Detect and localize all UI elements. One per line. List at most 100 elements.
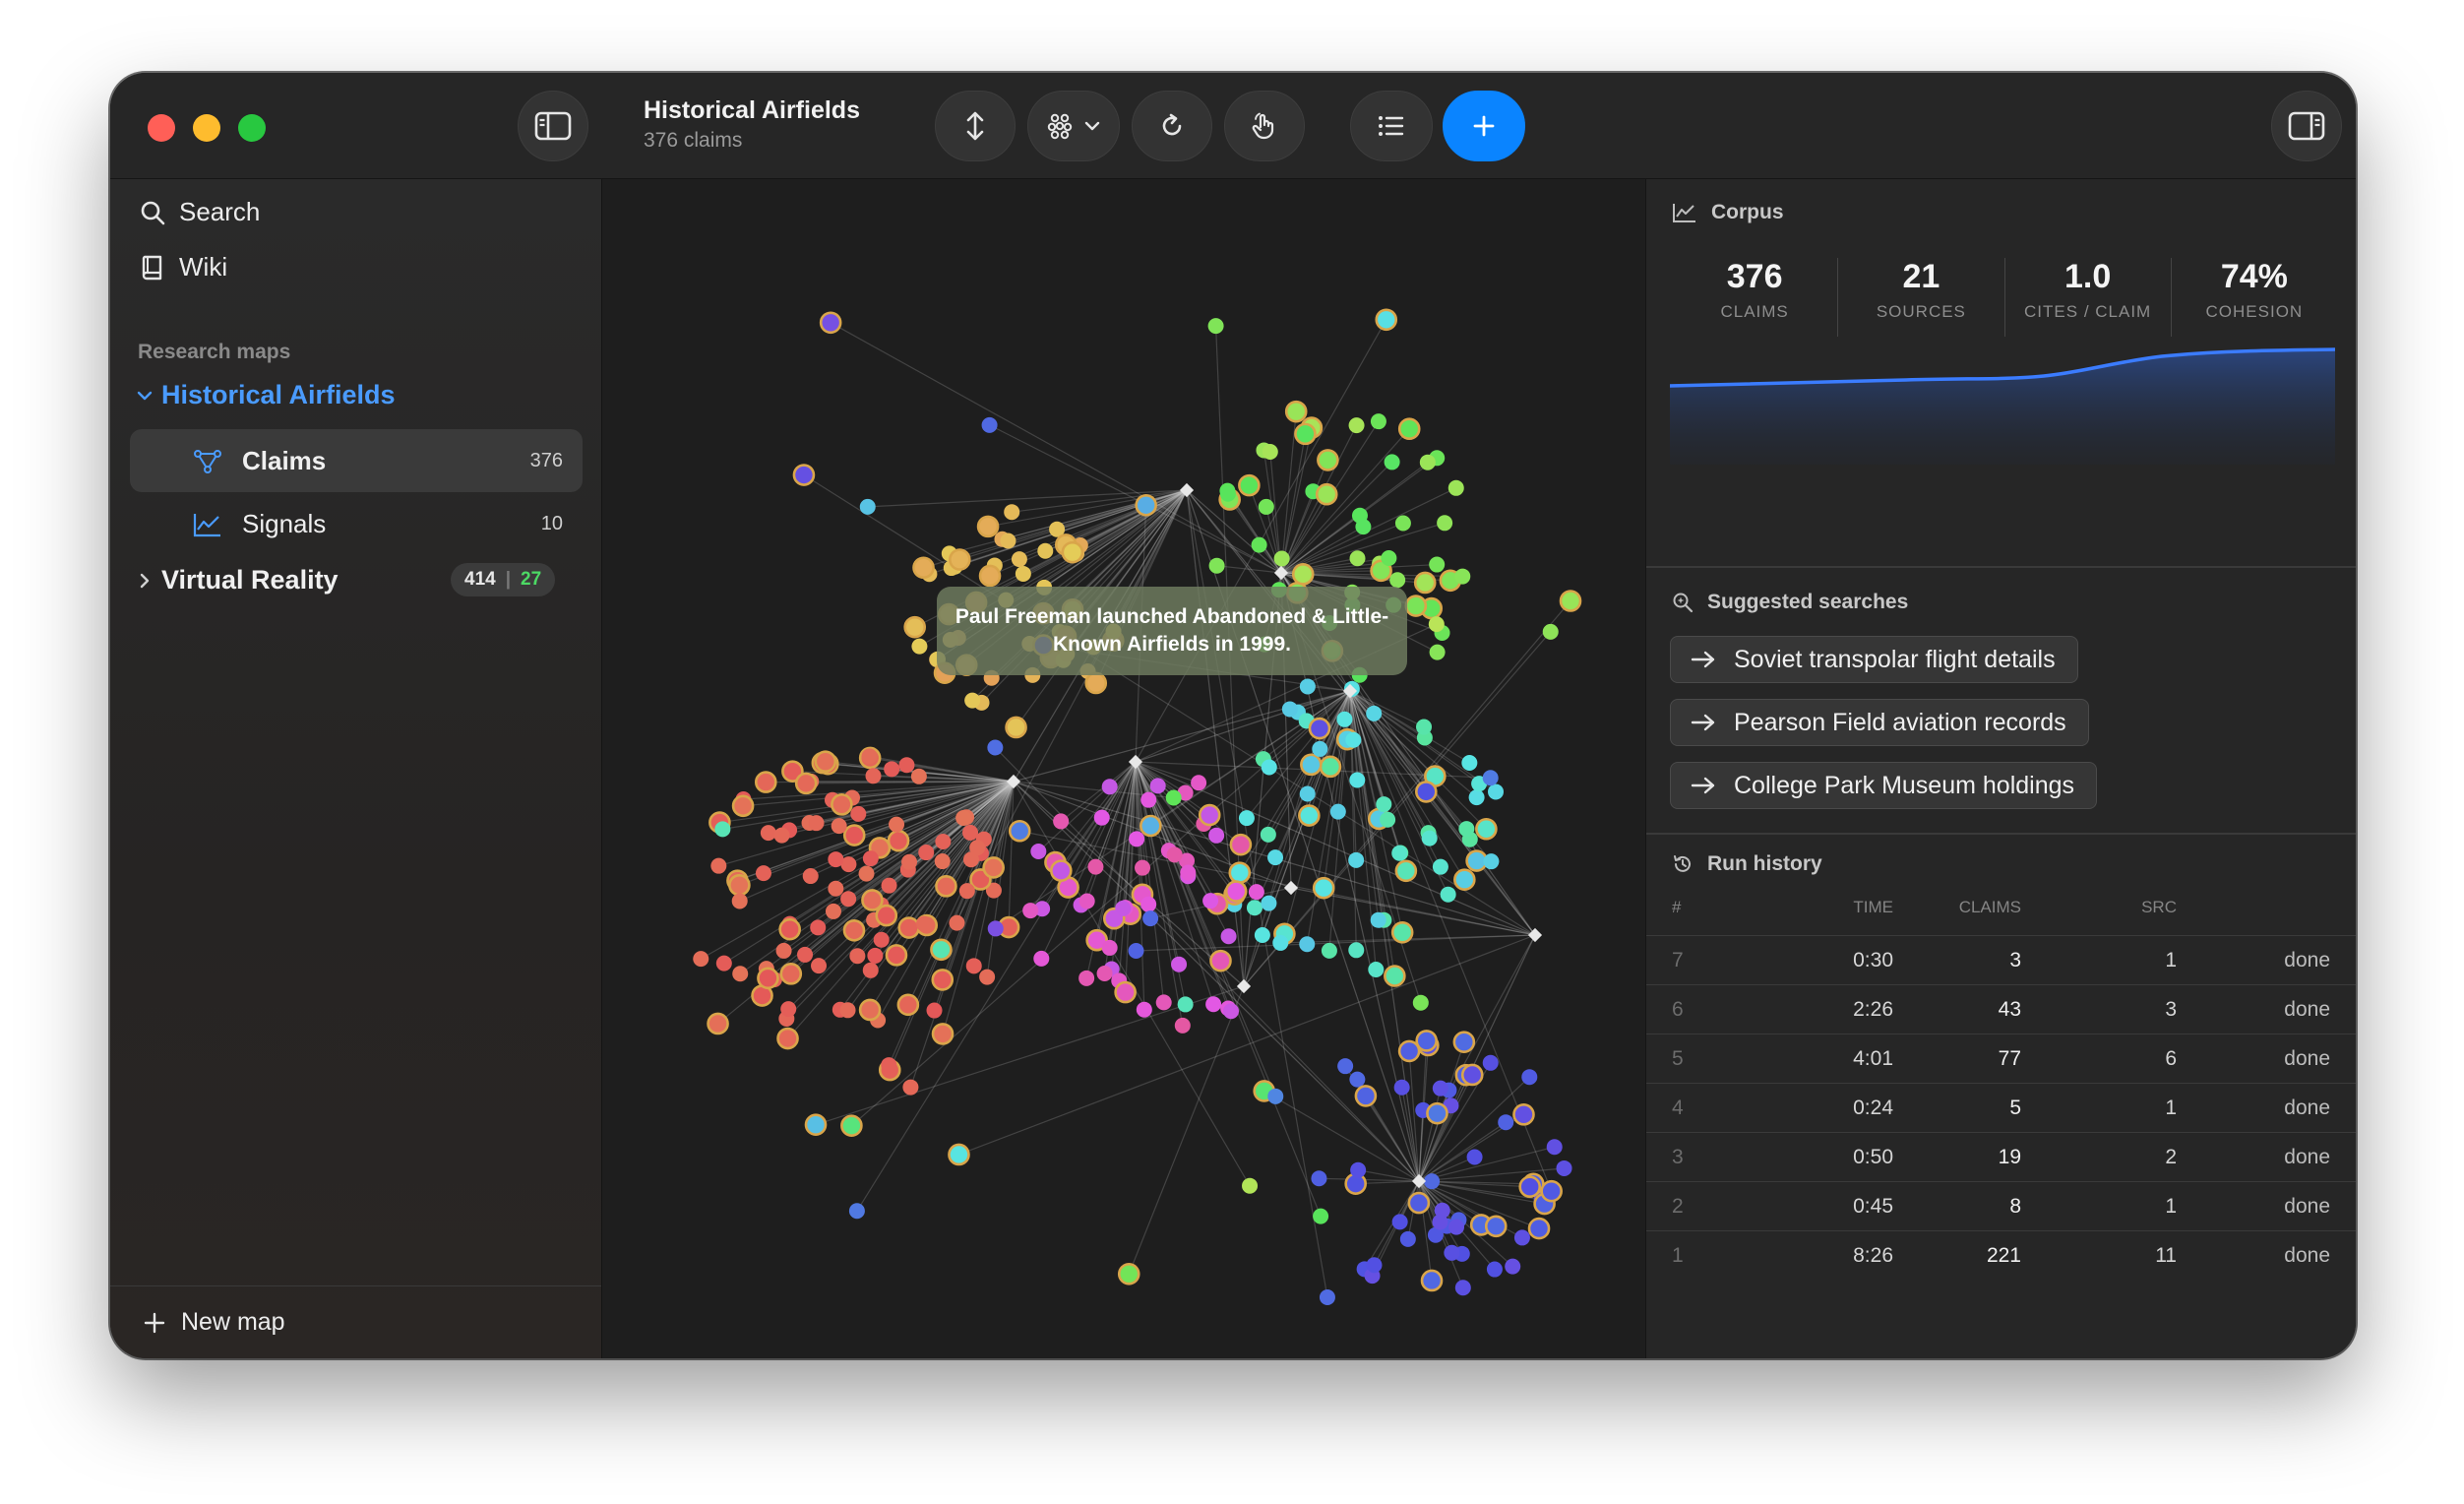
claim-node[interactable] xyxy=(1317,449,1339,471)
claim-node[interactable] xyxy=(1136,1001,1152,1018)
claim-node[interactable] xyxy=(1254,927,1270,944)
claim-node[interactable] xyxy=(1198,803,1221,827)
claim-node[interactable] xyxy=(1429,644,1446,660)
claim-node[interactable] xyxy=(1319,1288,1335,1305)
claim-node[interactable] xyxy=(1298,804,1321,827)
claim-node[interactable] xyxy=(1005,716,1027,739)
claim-node[interactable] xyxy=(839,1002,856,1019)
claim-node[interactable] xyxy=(982,856,1005,879)
claim-node[interactable] xyxy=(1348,417,1365,434)
map-historical-airfields[interactable]: Historical Airfields xyxy=(136,380,396,410)
claim-node[interactable] xyxy=(1540,1179,1563,1203)
claim-node[interactable] xyxy=(1312,740,1328,757)
claim-node[interactable] xyxy=(1011,551,1027,568)
sidebar-item-signals[interactable]: Signals 10 xyxy=(130,492,583,555)
claim-node[interactable] xyxy=(778,917,801,941)
claim-node[interactable] xyxy=(1437,515,1453,532)
claim-node[interactable] xyxy=(1350,1161,1367,1178)
claim-node[interactable] xyxy=(1412,994,1429,1011)
claim-node[interactable] xyxy=(1345,731,1362,748)
map-virtual-reality[interactable]: Virtual Reality xyxy=(136,565,339,595)
claim-node[interactable] xyxy=(1262,443,1278,460)
sidebar-item-claims[interactable]: Claims 376 xyxy=(130,429,583,492)
claim-node[interactable] xyxy=(731,794,755,818)
claim-node[interactable] xyxy=(1238,473,1261,497)
claim-node[interactable] xyxy=(773,827,790,844)
claim-node[interactable] xyxy=(930,938,953,962)
close-window-button[interactable] xyxy=(148,114,175,142)
claim-node[interactable] xyxy=(865,768,882,784)
claim-node[interactable] xyxy=(797,946,814,963)
claim-node[interactable] xyxy=(948,1143,970,1166)
claim-node[interactable] xyxy=(1251,536,1267,553)
claim-node[interactable] xyxy=(1482,1054,1499,1071)
claim-node[interactable] xyxy=(755,865,771,882)
table-row[interactable]: 5 4:01 77 6 done xyxy=(1646,1034,2356,1083)
claim-node[interactable] xyxy=(1294,422,1317,446)
claim-node[interactable] xyxy=(1308,717,1331,740)
claim-node[interactable] xyxy=(1461,754,1478,771)
claim-node[interactable] xyxy=(867,947,884,964)
claim-node[interactable] xyxy=(1319,755,1342,779)
claim-node[interactable] xyxy=(1432,1080,1448,1097)
claim-node[interactable] xyxy=(1142,910,1159,927)
claim-node[interactable] xyxy=(1355,519,1372,535)
claim-node[interactable] xyxy=(1115,900,1132,916)
claim-node[interactable] xyxy=(859,498,876,515)
minimize-window-button[interactable] xyxy=(193,114,220,142)
claim-node[interactable] xyxy=(1424,1173,1441,1190)
claim-node[interactable] xyxy=(1037,542,1054,559)
claim-node[interactable] xyxy=(1096,965,1113,981)
claim-node[interactable] xyxy=(1454,1280,1471,1296)
claim-node[interactable] xyxy=(1404,595,1428,617)
sidebar-toggle-button[interactable] xyxy=(518,91,588,161)
claim-node[interactable] xyxy=(1311,1170,1327,1187)
claim-node[interactable] xyxy=(1452,1031,1476,1053)
claim-node[interactable] xyxy=(1220,928,1237,945)
claim-node[interactable] xyxy=(1389,572,1406,589)
claim-node[interactable] xyxy=(1460,1063,1484,1087)
claim-node[interactable] xyxy=(811,958,828,974)
claim-node[interactable] xyxy=(1399,1230,1416,1247)
claim-node[interactable] xyxy=(1117,1263,1140,1285)
claim-node[interactable] xyxy=(949,548,971,571)
claim-node[interactable] xyxy=(1155,994,1172,1011)
claim-node[interactable] xyxy=(958,883,975,900)
claim-node[interactable] xyxy=(1475,817,1498,841)
claim-node[interactable] xyxy=(949,914,965,931)
claims-graph-canvas[interactable]: Paul Freeman launched Abandoned & Little… xyxy=(602,179,1645,1358)
claim-node[interactable] xyxy=(1008,819,1031,843)
inspector-toggle-button[interactable] xyxy=(2271,91,2342,161)
refresh-button[interactable] xyxy=(1132,91,1212,161)
claim-node[interactable] xyxy=(1448,479,1464,496)
claim-node[interactable] xyxy=(1482,770,1499,786)
claim-node[interactable] xyxy=(1261,895,1277,911)
claim-node[interactable] xyxy=(858,998,882,1022)
claim-node[interactable] xyxy=(1440,886,1456,903)
claim-node[interactable] xyxy=(1315,482,1338,506)
claim-node[interactable] xyxy=(828,851,844,868)
claim-node[interactable] xyxy=(1380,811,1396,828)
claim-node[interactable] xyxy=(1349,550,1366,567)
claim-node[interactable] xyxy=(1258,498,1274,515)
claim-node[interactable] xyxy=(881,877,897,894)
claim-node[interactable] xyxy=(861,748,878,765)
claim-node[interactable] xyxy=(1513,1229,1530,1246)
claim-node[interactable] xyxy=(910,768,927,784)
claim-node[interactable] xyxy=(1394,515,1411,532)
new-map-button[interactable]: New map xyxy=(110,1285,601,1358)
table-row[interactable]: 1 8:26 221 11 done xyxy=(1646,1230,2356,1280)
claim-node[interactable] xyxy=(1209,949,1232,972)
claim-node[interactable] xyxy=(840,1114,863,1137)
claim-node[interactable] xyxy=(831,793,853,816)
claim-node[interactable] xyxy=(1078,893,1095,909)
claim-node[interactable] xyxy=(715,955,732,971)
claim-node[interactable] xyxy=(934,853,951,870)
claim-node[interactable] xyxy=(1366,705,1383,721)
claim-node[interactable] xyxy=(889,816,905,833)
claim-node[interactable] xyxy=(1030,844,1047,860)
claim-node[interactable] xyxy=(897,916,921,939)
claim-node[interactable] xyxy=(881,1057,897,1074)
claim-node[interactable] xyxy=(1267,849,1284,866)
claim-node[interactable] xyxy=(1466,1149,1483,1165)
